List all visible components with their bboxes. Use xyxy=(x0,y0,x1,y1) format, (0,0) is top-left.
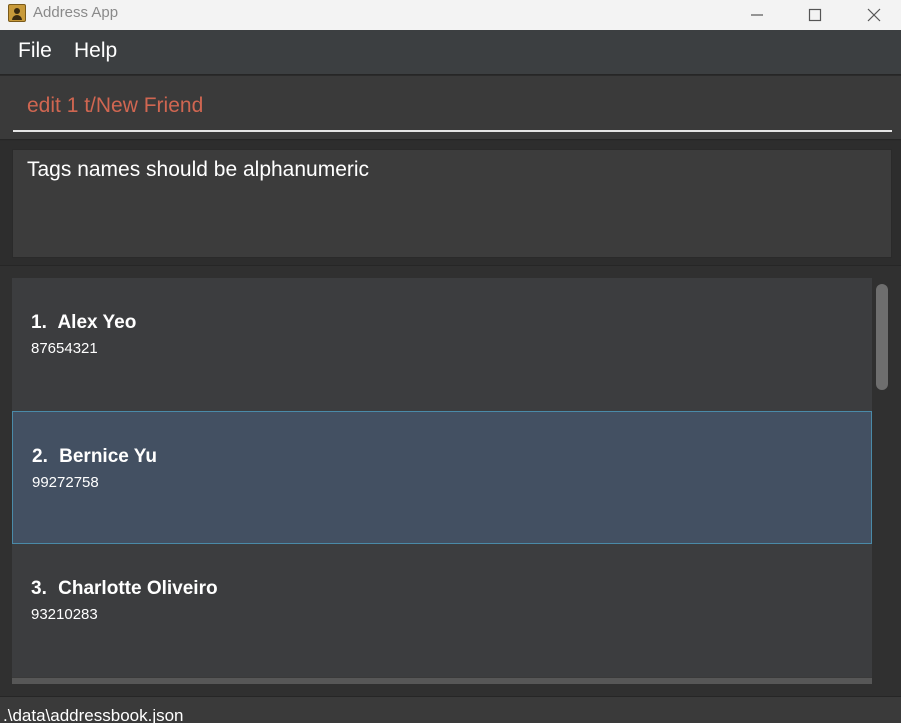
person-index: 2. xyxy=(32,446,48,467)
person-name: Charlotte Oliveiro xyxy=(58,578,218,599)
result-display-panel: Tags names should be alphanumeric xyxy=(0,141,901,266)
person-list-panel: 1. Alex Yeo 87654321 2. Bernice Yu 99272… xyxy=(0,266,901,696)
menu-file[interactable]: File xyxy=(18,39,52,63)
person-name: Bernice Yu xyxy=(59,446,158,467)
person-card[interactable]: 1. Alex Yeo 87654321 xyxy=(12,278,872,411)
person-card-selected[interactable]: 2. Bernice Yu 99272758 xyxy=(12,411,872,544)
data-file-path: .\data\addressbook.json xyxy=(3,706,184,723)
close-icon xyxy=(867,8,881,22)
horizontal-scrollbar[interactable] xyxy=(12,678,872,684)
person-card[interactable]: 3. Charlotte Oliveiro 93210283 xyxy=(12,544,872,677)
result-message: Tags names should be alphanumeric xyxy=(27,158,370,181)
person-list[interactable]: 1. Alex Yeo 87654321 2. Bernice Yu 99272… xyxy=(12,278,872,680)
command-box xyxy=(0,76,901,140)
vertical-scrollbar-thumb[interactable] xyxy=(876,284,888,390)
result-display: Tags names should be alphanumeric xyxy=(12,149,892,258)
person-index: 1. xyxy=(31,312,47,333)
minimize-icon xyxy=(751,14,763,16)
command-input[interactable] xyxy=(13,82,892,132)
address-book-icon xyxy=(8,4,26,22)
person-name-line: 3. Charlotte Oliveiro xyxy=(31,578,218,600)
person-index: 3. xyxy=(31,578,47,599)
person-phone: 87654321 xyxy=(31,340,98,357)
close-button[interactable] xyxy=(845,0,901,30)
maximize-button[interactable] xyxy=(786,0,844,30)
person-name-line: 1. Alex Yeo xyxy=(31,312,136,334)
person-phone: 99272758 xyxy=(32,474,99,491)
minimize-button[interactable] xyxy=(728,0,786,30)
menu-bar: File Help xyxy=(0,30,901,75)
person-name-line: 2. Bernice Yu xyxy=(32,446,157,468)
maximize-icon xyxy=(808,8,822,22)
person-phone: 93210283 xyxy=(31,606,98,623)
menu-help[interactable]: Help xyxy=(74,39,117,63)
window-title: Address App xyxy=(33,4,119,21)
person-name: Alex Yeo xyxy=(57,312,137,333)
status-bar: .\data\addressbook.json xyxy=(0,696,901,723)
title-bar: Address App xyxy=(0,0,901,30)
